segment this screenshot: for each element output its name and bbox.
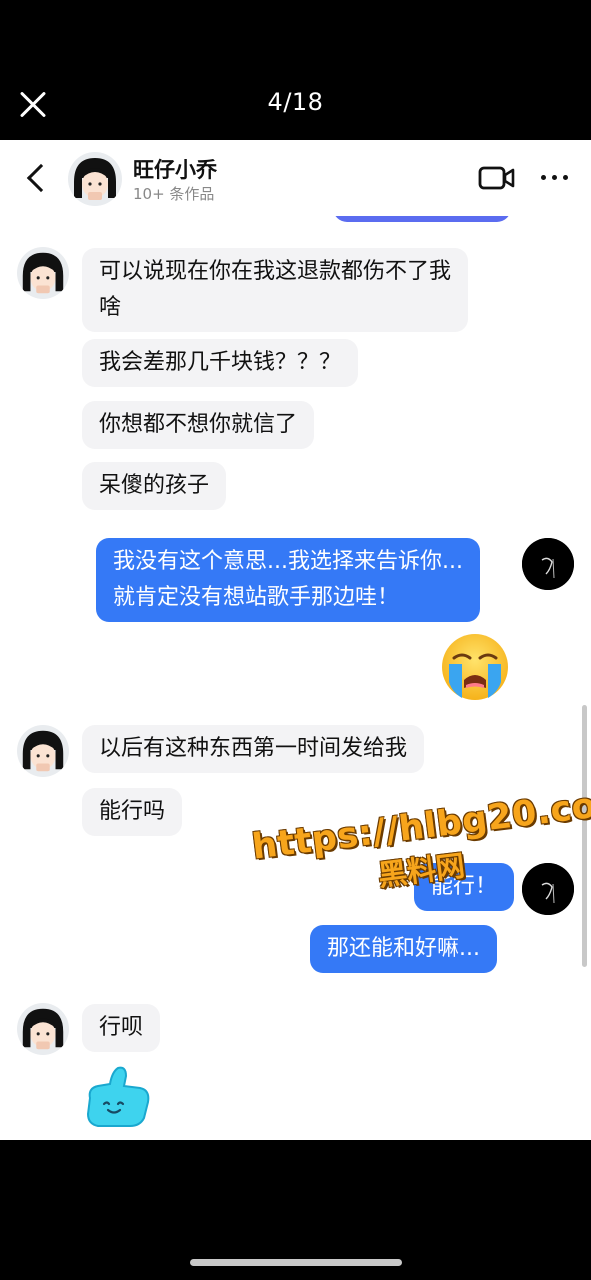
message-line: 呆傻的孩子 <box>99 473 210 498</box>
message-line: 啥 <box>99 295 122 320</box>
incoming-message-bubble[interactable]: 以后有这种东西第一时间发给我 <box>82 725 425 773</box>
chat-screenshot: 旺仔小乔 10+ 条作品 可以说现在你在我这退款都伤不了我 啥 我会差那几千块钱… <box>0 140 591 1140</box>
thumbs-up-sticker-icon[interactable] <box>82 1064 152 1130</box>
incoming-message-bubble[interactable]: 你想都不想你就信了 <box>82 401 315 449</box>
incoming-message-bubble[interactable]: 可以说现在你在我这退款都伤不了我 啥 <box>82 248 469 332</box>
loudly-crying-face-icon[interactable] <box>440 632 510 702</box>
my-avatar[interactable] <box>522 538 574 590</box>
message-line: 我会差那几千块钱？？？ <box>99 350 342 375</box>
incoming-message-bubble[interactable]: 我会差那几千块钱？？？ <box>82 339 359 387</box>
message-line: 能行吗 <box>99 799 166 824</box>
contact-message-avatar[interactable] <box>17 725 69 777</box>
message-line: 那还能和好嘛... <box>327 936 480 961</box>
incoming-message-bubble[interactable]: 行呗 <box>82 1004 161 1052</box>
contact-message-avatar[interactable] <box>17 1003 69 1055</box>
incoming-message-bubble[interactable]: 呆傻的孩子 <box>82 462 227 510</box>
contact-works-count: 10+ 条作品 <box>133 185 215 203</box>
message-line: 我没有这个意思...我选择来告诉你... <box>113 549 463 574</box>
outgoing-message-bubble[interactable]: 我没有这个意思...我选择来告诉你... 就肯定没有想站歌手那边哇！ <box>96 538 480 622</box>
message-line: 以后有这种东西第一时间发给我 <box>99 736 408 761</box>
contact-avatar[interactable] <box>68 152 122 206</box>
contact-message-avatar[interactable] <box>17 247 69 299</box>
message-line: 你想都不想你就信了 <box>99 412 298 437</box>
message-line: 就肯定没有想站歌手那边哇！ <box>113 585 400 610</box>
image-viewer-top-bar: 4/18 <box>0 0 591 140</box>
message-line: 可以说现在你在我这退款都伤不了我 <box>99 259 452 284</box>
incoming-message-bubble[interactable]: 能行吗 <box>82 788 183 836</box>
message-line: 行呗 <box>99 1015 144 1040</box>
video-call-icon[interactable] <box>478 164 516 192</box>
outgoing-message-bubble[interactable]: 那还能和好嘛... <box>310 925 497 973</box>
contact-name: 旺仔小乔 <box>133 158 217 182</box>
back-arrow-icon[interactable] <box>22 163 52 193</box>
home-indicator[interactable] <box>190 1259 402 1266</box>
chat-header: 旺仔小乔 10+ 条作品 <box>0 140 591 216</box>
more-options-icon[interactable] <box>538 168 570 186</box>
page-counter: 4/18 <box>267 88 324 116</box>
